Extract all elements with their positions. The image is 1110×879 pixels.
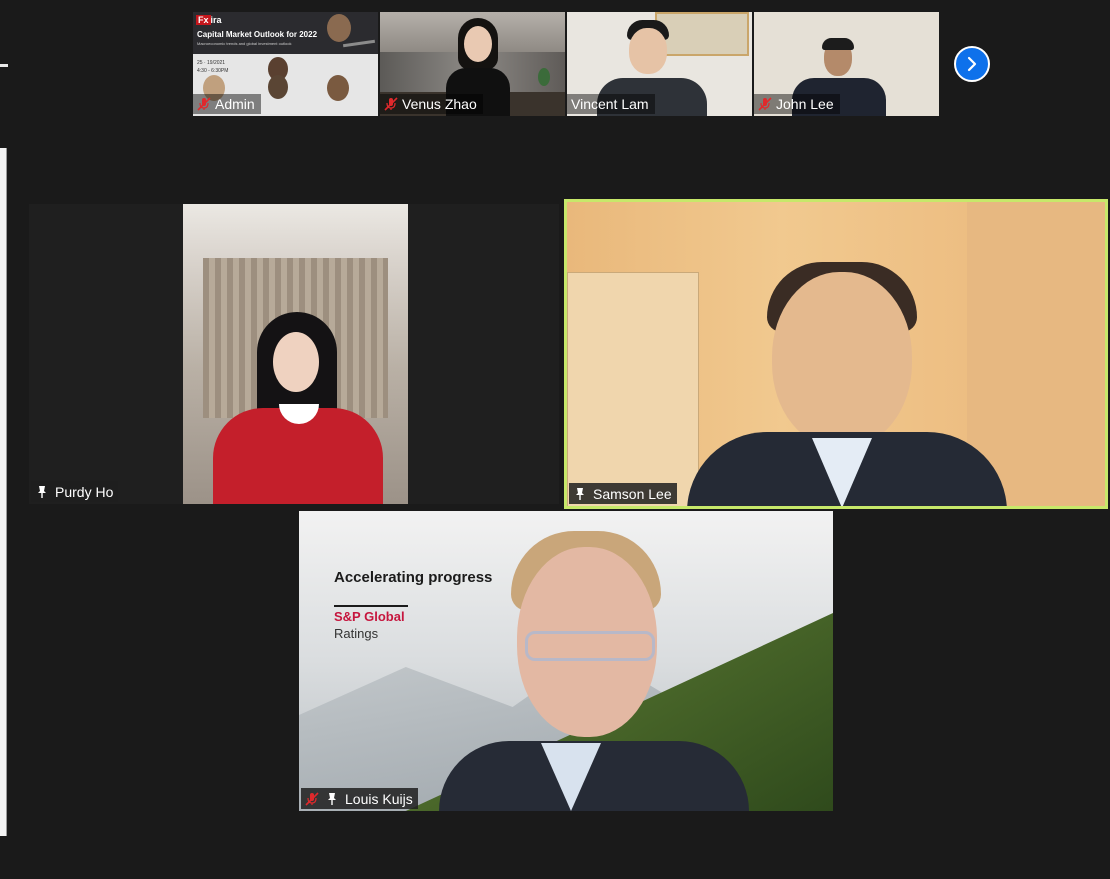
poster-speaker-photo bbox=[327, 14, 351, 42]
pin-icon bbox=[38, 485, 46, 498]
next-page-button[interactable] bbox=[954, 46, 990, 82]
participant-face bbox=[629, 28, 667, 74]
window-edge-strip bbox=[0, 64, 8, 67]
poster-logo: Fx ira bbox=[196, 15, 222, 25]
participant-face bbox=[273, 332, 319, 392]
wall-calligraphy bbox=[655, 12, 749, 56]
participant-name: Samson Lee bbox=[593, 485, 672, 502]
video-feed bbox=[183, 204, 408, 504]
side-panel-edge bbox=[0, 148, 7, 836]
participant-name: Venus Zhao bbox=[402, 96, 477, 112]
mic-off-icon bbox=[384, 97, 398, 111]
poster-speaker-photo bbox=[327, 75, 349, 101]
video-tile-samson-lee[interactable]: Samson Lee bbox=[564, 199, 1108, 509]
poster-date: 25 · 19/2021 bbox=[197, 60, 226, 66]
video-feed bbox=[567, 202, 1105, 506]
thumbnail-john-lee[interactable]: John Lee bbox=[754, 12, 939, 116]
poster-speaker-photo bbox=[268, 75, 288, 99]
participant-face bbox=[772, 272, 912, 448]
brand-subtitle: Ratings bbox=[334, 626, 379, 641]
video-tile-louis-kuijs[interactable]: Accelerating progress S&P Global Ratings… bbox=[299, 511, 833, 811]
participant-name: Admin bbox=[215, 96, 255, 112]
wardrobe bbox=[567, 272, 699, 506]
left-window-edge bbox=[0, 0, 8, 879]
mic-off-icon bbox=[758, 97, 772, 111]
poster-title: Capital Market Outlook for 2022 bbox=[197, 30, 318, 39]
pin-icon bbox=[328, 792, 336, 805]
chevron-right-icon bbox=[967, 56, 977, 72]
participant-name-bar: John Lee bbox=[754, 94, 840, 114]
participant-name-bar: Venus Zhao bbox=[380, 94, 483, 114]
participant-hair bbox=[822, 38, 854, 50]
thumbnail-admin[interactable]: Fx ira Capital Market Outlook for 2022 Ma… bbox=[193, 12, 378, 116]
participant-label-bar: Purdy Ho bbox=[31, 481, 119, 502]
poster-time: 4:30 - 6:30PM bbox=[197, 68, 229, 74]
thumbnail-venus-zhao[interactable]: Venus Zhao bbox=[380, 12, 565, 116]
poster-subtitle: Macroeconomic trends and global investme… bbox=[197, 41, 292, 46]
participant-glasses bbox=[525, 631, 655, 661]
mic-off-icon bbox=[197, 97, 211, 111]
thumbnail-vincent-lam[interactable]: Vincent Lam bbox=[567, 12, 752, 116]
participant-label-bar: Louis Kuijs bbox=[301, 788, 418, 809]
participant-name: Purdy Ho bbox=[55, 483, 114, 500]
brand-rule bbox=[334, 605, 408, 607]
brand-name: S&P Global bbox=[334, 609, 405, 624]
participant-name: Vincent Lam bbox=[571, 96, 649, 112]
participant-name: Louis Kuijs bbox=[345, 790, 413, 807]
participant-name: John Lee bbox=[776, 96, 834, 112]
mic-off-icon bbox=[305, 791, 319, 806]
participant-name-bar: Admin bbox=[193, 94, 261, 114]
participant-name-bar: Vincent Lam bbox=[567, 94, 655, 114]
video-tile-purdy-ho[interactable]: Purdy Ho bbox=[29, 204, 559, 504]
pin-icon bbox=[576, 487, 584, 500]
participant-face bbox=[464, 26, 492, 62]
plant bbox=[538, 68, 550, 86]
participant-label-bar: Samson Lee bbox=[569, 483, 677, 504]
background-headline: Accelerating progress bbox=[334, 569, 493, 586]
